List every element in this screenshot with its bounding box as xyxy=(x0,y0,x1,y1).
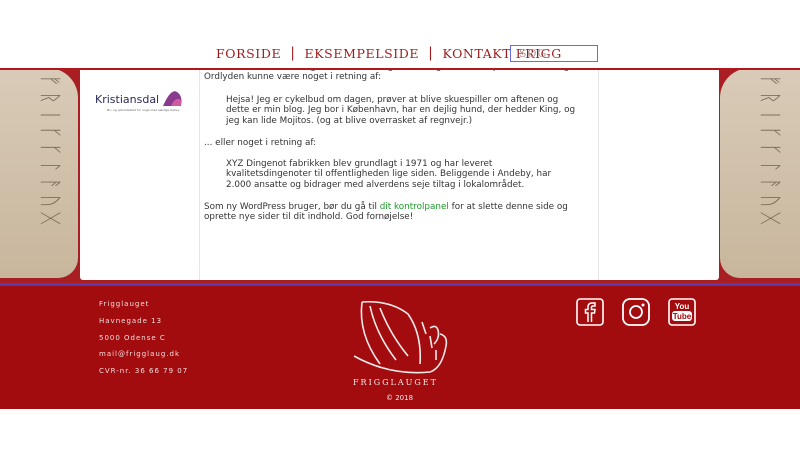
svg-text:Tube: Tube xyxy=(673,312,692,321)
header-navigation: FORSIDE | EKSEMPELSIDE | KONTAKT FRIGG S… xyxy=(0,0,800,70)
address-email[interactable]: mail@frigglaug.dk xyxy=(99,350,188,367)
content-panel: ODENSE HAVN Kristiansdal Bo- og opholdss… xyxy=(80,62,719,280)
viking-ship-logo-icon[interactable] xyxy=(350,294,450,386)
left-sidebar: ODENSE HAVN Kristiansdal Bo- og opholdss… xyxy=(80,64,200,280)
footer: Frigglauget Havnegade 13 5000 Odense C m… xyxy=(0,286,800,409)
footer-address: Frigglauget Havnegade 13 5000 Odense C m… xyxy=(99,300,188,384)
address-name: Frigglauget xyxy=(99,300,150,308)
youtube-icon[interactable]: You Tube xyxy=(668,298,696,326)
kristiansdal-logo[interactable]: Kristiansdal Bo- og opholdssted for unge… xyxy=(95,88,185,114)
final-paragraph: Som ny WordPress bruger, bør du gå til d… xyxy=(204,202,589,223)
middle-paragraph: ... eller noget i retning af: xyxy=(204,138,317,148)
final-text-before: Som ny WordPress bruger, bør du gå til xyxy=(204,202,380,212)
right-sidebar-divider xyxy=(598,68,599,280)
quote-paragraph-1: Hejsa! Jeg er cykelbud om dagen, prøver … xyxy=(226,95,576,126)
dashboard-link[interactable]: dit kontrolpanel xyxy=(380,202,449,212)
brand-name: FRIGGLAUGET xyxy=(353,378,438,387)
runestone-right-image: ᚠᚱᛁᚴᚴᛚᚨᚢᚷ xyxy=(720,68,800,278)
menu-item-forside[interactable]: FORSIDE xyxy=(216,46,281,61)
facebook-icon[interactable] xyxy=(576,298,604,326)
address-street: Havnegade 13 xyxy=(99,316,163,325)
quote-paragraph-2: XYZ Dingenot fabrikken blev grundlagt i … xyxy=(226,159,552,190)
runes-decoration: ᚠᚱᛁᚴᚴᛚᚨᚢᚷ xyxy=(757,74,782,229)
menu-separator: | xyxy=(428,45,434,61)
main-content: ... familie), så de føler sig velkommen.… xyxy=(204,62,597,280)
svg-text:You: You xyxy=(675,302,690,311)
menu-item-eksempelside[interactable]: EKSEMPELSIDE xyxy=(305,46,420,61)
runestone-left-image: ᚠᚱᛁᚴᚴᛚᚨᚢᚷ xyxy=(0,68,78,278)
search-input[interactable]: SØG.. xyxy=(510,45,598,62)
copyright: © 2018 xyxy=(386,394,414,402)
address-city: 5000 Odense C xyxy=(99,333,166,342)
kristiansdal-logo-text: Kristiansdal xyxy=(95,93,160,106)
runes-decoration: ᚠᚱᛁᚴᚴᛚᚨᚢᚷ xyxy=(37,74,62,229)
instagram-icon[interactable] xyxy=(622,298,650,326)
kristiansdal-emblem-icon xyxy=(163,91,182,106)
address-cvr: CVR-nr. 36 66 79 07 xyxy=(99,367,189,376)
menu-separator: | xyxy=(290,45,296,61)
